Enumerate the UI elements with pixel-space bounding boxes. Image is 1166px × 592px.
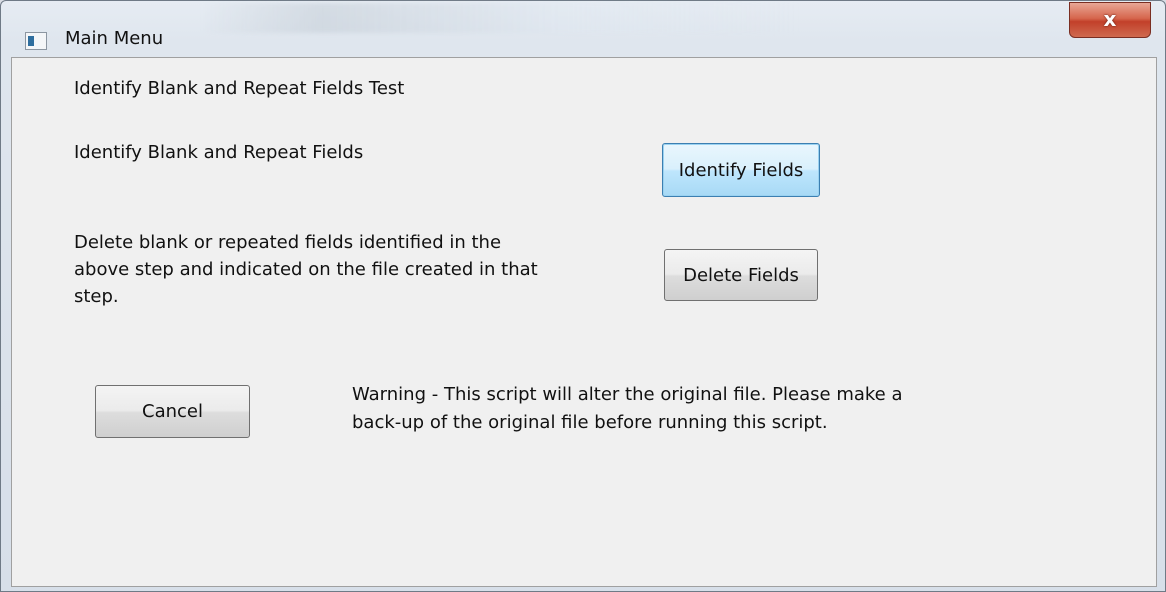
- delete-description-line-2: above step and indicated on the file cre…: [74, 259, 538, 280]
- close-icon: x: [1103, 7, 1117, 31]
- main-menu-window: Main Menu x Identify Blank and Repeat Fi…: [0, 0, 1166, 592]
- close-button[interactable]: x: [1069, 2, 1151, 38]
- warning-line-2: back-up of the original file before runn…: [352, 412, 828, 433]
- application-icon: [25, 32, 47, 50]
- delete-description-line-1: Delete blank or repeated fields identifi…: [74, 232, 502, 253]
- warning-line-1: Warning - This script will alter the ori…: [352, 384, 903, 405]
- title-bar[interactable]: Main Menu x: [1, 1, 1165, 50]
- delete-fields-button[interactable]: Delete Fields: [664, 249, 818, 301]
- identify-fields-button[interactable]: Identify Fields: [662, 143, 820, 197]
- dialog-heading: Identify Blank and Repeat Fields Test: [74, 78, 405, 99]
- cancel-button[interactable]: Cancel: [95, 385, 250, 438]
- window-title: Main Menu: [65, 28, 164, 49]
- dialog-client-area: Identify Blank and Repeat Fields Test Id…: [11, 57, 1157, 587]
- identify-description: Identify Blank and Repeat Fields: [74, 142, 364, 163]
- delete-description-line-3: step.: [74, 286, 119, 307]
